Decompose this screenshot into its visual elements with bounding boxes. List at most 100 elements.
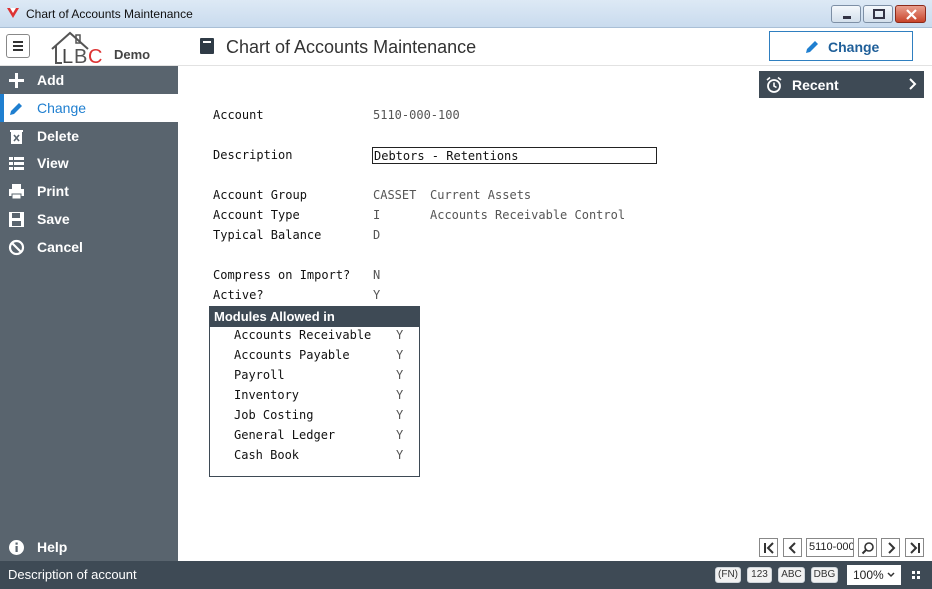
module-row: Accounts Receivable Y [234, 328, 414, 346]
search-icon [861, 542, 874, 555]
module-name: Accounts Payable [234, 348, 350, 362]
account-type-name: Accounts Receivable Control [430, 208, 626, 222]
sidebar-item-label: Change [37, 100, 87, 116]
resize-grip-icon[interactable] [912, 571, 920, 579]
chevron-left-icon [788, 542, 796, 554]
record-key-field[interactable]: 5110-000-100 [806, 538, 854, 557]
company-logo: L B C [51, 31, 102, 65]
account-label: Account [213, 108, 264, 122]
caps-indicator[interactable]: ABC [778, 567, 805, 583]
zoom-select[interactable]: 100% [847, 565, 901, 585]
status-bar: Description of account (FN) 123 ABC DBG … [0, 561, 932, 589]
info-icon [9, 540, 24, 555]
module-allowed-value: Y [396, 428, 404, 442]
module-allowed-value: Y [396, 328, 404, 342]
minimize-icon [843, 16, 851, 19]
window-title-bar: Chart of Accounts Maintenance [0, 0, 932, 28]
change-mode-button[interactable]: Change [769, 31, 913, 61]
sidebar-item-save[interactable]: Save [0, 205, 178, 233]
svg-text:L: L [62, 46, 73, 65]
module-name: General Ledger [234, 428, 336, 442]
first-record-button[interactable] [759, 538, 778, 557]
sidebar-item-add[interactable]: Add [0, 66, 178, 94]
app-logo-icon [7, 8, 19, 18]
minimize-button[interactable] [831, 5, 861, 23]
account-value: 5110-000-100 [373, 108, 460, 122]
active-value: Y [373, 288, 381, 302]
ban-icon [8, 239, 25, 256]
module-row: Inventory Y [234, 388, 414, 406]
sidebar-item-label: View [37, 155, 69, 171]
floppy-icon [9, 212, 24, 227]
sidebar-item-change[interactable]: Change [0, 94, 178, 122]
svg-text:C: C [88, 46, 102, 65]
account-type-code: I [373, 208, 381, 222]
module-allowed-value: Y [396, 388, 404, 402]
active-label: Active? [213, 288, 264, 302]
last-page-icon [910, 542, 920, 554]
sidebar-item-label: Cancel [37, 239, 83, 255]
close-button[interactable] [895, 5, 926, 23]
sidebar-item-view[interactable]: View [0, 149, 178, 177]
trash-icon [10, 130, 23, 144]
page-title: Chart of Accounts Maintenance [226, 37, 477, 57]
module-row: General Ledger Y [234, 428, 414, 446]
status-message: Description of account [8, 567, 137, 582]
zoom-value: 100% [853, 568, 884, 582]
sidebar-item-cancel[interactable]: Cancel [0, 233, 178, 261]
book-icon [200, 38, 214, 54]
window-title: Chart of Accounts Maintenance [26, 7, 193, 21]
account-type-label: Account Type [213, 208, 300, 222]
module-allowed-value: Y [396, 448, 404, 462]
recent-panel-toggle[interactable]: Recent [759, 71, 924, 98]
list-icon [9, 157, 24, 170]
module-name: Job Costing [234, 408, 314, 422]
chevron-right-icon [909, 78, 917, 90]
last-record-button[interactable] [905, 538, 924, 557]
sidebar-item-delete[interactable]: Delete [0, 122, 178, 150]
module-row: Payroll Y [234, 368, 414, 386]
logo-demo-label: Demo [114, 47, 151, 62]
account-group-code: CASSET [373, 188, 417, 202]
next-record-button[interactable] [881, 538, 900, 557]
fn-indicator[interactable]: (FN) [715, 567, 741, 583]
pencil-icon [10, 103, 22, 115]
hamburger-icon [13, 41, 23, 51]
maximize-button[interactable] [863, 5, 893, 23]
chevron-right-icon [888, 542, 896, 554]
close-icon [906, 9, 917, 20]
maximize-icon [873, 9, 885, 19]
sidebar: Add Change Delete View Print Save Cancel… [0, 66, 178, 561]
sidebar-item-label: Print [37, 183, 69, 199]
sidebar-item-print[interactable]: Print [0, 177, 178, 205]
module-row: Cash Book Y [234, 448, 414, 466]
module-row: Job Costing Y [234, 408, 414, 426]
module-row: Accounts Payable Y [234, 348, 414, 366]
printer-icon [9, 184, 24, 200]
description-label: Description [213, 148, 293, 162]
change-mode-label: Change [828, 39, 880, 55]
description-field[interactable] [372, 147, 657, 164]
sidebar-item-label: Delete [37, 128, 80, 144]
module-name: Cash Book [234, 448, 300, 462]
debug-indicator[interactable]: DBG [811, 567, 838, 583]
modules-panel-title: Modules Allowed in [210, 307, 419, 327]
module-allowed-value: Y [396, 368, 404, 382]
first-page-icon [764, 542, 774, 554]
pencil-icon [806, 41, 818, 53]
plus-icon [9, 73, 24, 88]
alarm-clock-icon [766, 76, 782, 93]
previous-record-button[interactable] [783, 538, 802, 557]
search-record-button[interactable] [858, 538, 877, 557]
recent-label: Recent [792, 77, 839, 93]
sidebar-item-help[interactable]: Help [0, 533, 178, 561]
chevron-down-icon [887, 572, 895, 578]
module-allowed-value: Y [396, 348, 404, 362]
module-name: Payroll [234, 368, 285, 382]
module-name: Inventory [234, 388, 300, 402]
sidebar-item-label: Save [37, 211, 70, 227]
menu-button[interactable] [6, 34, 30, 58]
module-allowed-value: Y [396, 408, 404, 422]
app-header: L B C Demo Chart of Accounts Maintenance… [0, 28, 932, 66]
numeric-indicator[interactable]: 123 [747, 567, 772, 583]
